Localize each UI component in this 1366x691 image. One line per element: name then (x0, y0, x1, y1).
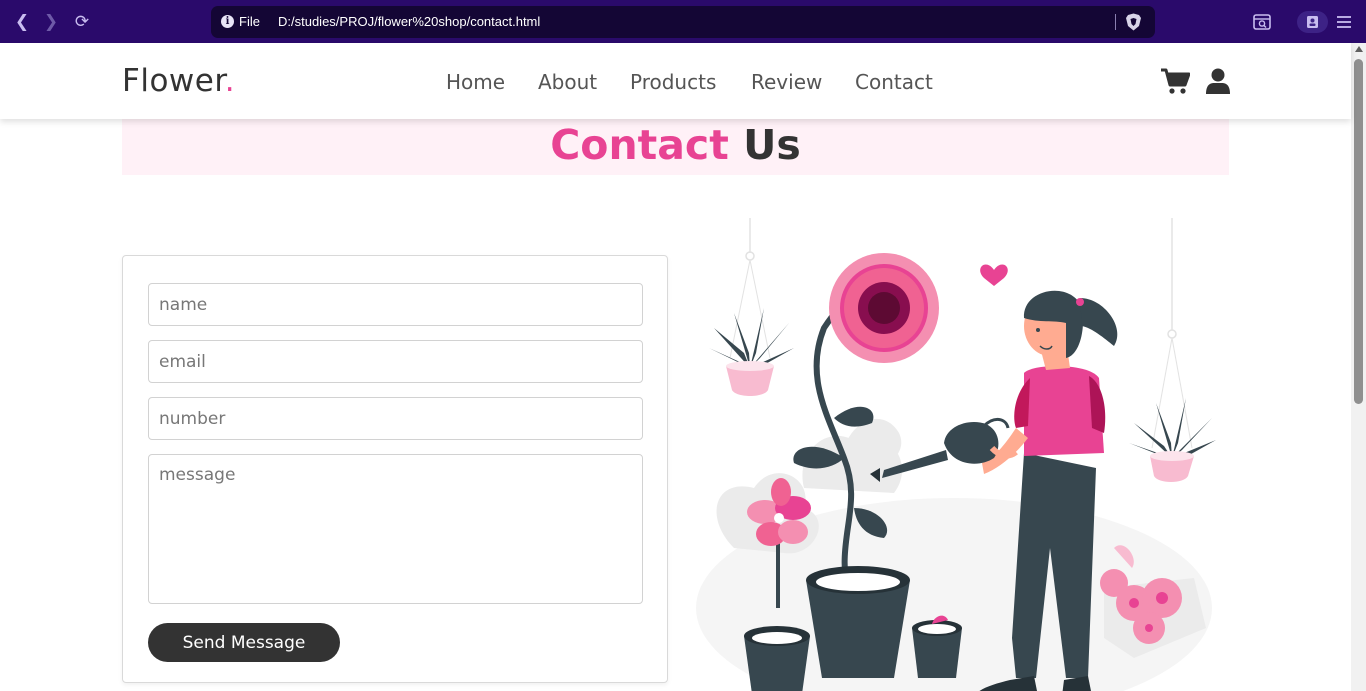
file-label: File (239, 14, 260, 29)
number-input[interactable] (148, 397, 643, 440)
page-title: Contact Us (122, 121, 1229, 169)
menu-icon[interactable] (1333, 11, 1355, 33)
contact-form: Send Message (122, 255, 668, 683)
heading-section: Contact Us (122, 119, 1229, 175)
title-highlight: Contact (550, 121, 729, 169)
scrollbar-thumb[interactable] (1354, 59, 1363, 404)
nav-about[interactable]: About (538, 70, 597, 94)
title-rest: Us (743, 121, 801, 169)
nav-home[interactable]: Home (446, 70, 505, 94)
url-text[interactable]: D:/studies/PROJ/flower%20shop/contact.ht… (278, 14, 540, 29)
back-icon[interactable]: ❮ (11, 11, 33, 33)
info-icon[interactable]: i (221, 15, 234, 28)
search-tab-icon[interactable] (1251, 11, 1273, 33)
cart-icon[interactable] (1160, 68, 1190, 95)
nav-products[interactable]: Products (630, 70, 716, 94)
message-textarea[interactable] (148, 454, 643, 604)
gardening-illustration (696, 218, 1216, 691)
wallet-icon (1307, 16, 1318, 28)
site-header: Flower. Home About Products Review Conta… (0, 43, 1351, 119)
logo-text: Flower (122, 63, 225, 99)
address-bar[interactable]: i File D:/studies/PROJ/flower%20shop/con… (211, 6, 1155, 38)
scroll-up-icon[interactable] (1355, 46, 1363, 52)
brave-shield-icon[interactable] (1125, 13, 1142, 31)
logo-dot: . (224, 63, 236, 99)
name-input[interactable] (148, 283, 643, 326)
reload-icon[interactable]: ⟳ (71, 11, 93, 33)
page-content: Flower. Home About Products Review Conta… (0, 43, 1351, 691)
divider (1115, 14, 1116, 30)
wallet-button[interactable] (1297, 11, 1328, 33)
browser-toolbar: ❮ ❯ ⟳ i File D:/studies/PROJ/flower%20sh… (0, 0, 1366, 43)
nav-contact[interactable]: Contact (855, 70, 933, 94)
email-input[interactable] (148, 340, 643, 383)
forward-icon[interactable]: ❯ (40, 11, 62, 33)
site-logo[interactable]: Flower. (122, 63, 235, 99)
page-scrollbar[interactable] (1351, 43, 1366, 691)
send-message-button[interactable]: Send Message (148, 623, 340, 662)
user-icon[interactable] (1206, 68, 1230, 95)
nav-review[interactable]: Review (751, 70, 822, 94)
